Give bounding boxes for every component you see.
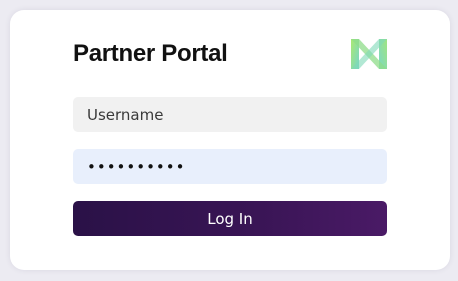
login-card: Partner Portal Log In bbox=[10, 10, 450, 270]
username-field[interactable] bbox=[73, 97, 387, 132]
brand-logo-icon bbox=[351, 39, 387, 69]
page-title: Partner Portal bbox=[73, 40, 228, 67]
login-button[interactable]: Log In bbox=[73, 201, 387, 236]
password-field[interactable] bbox=[73, 149, 387, 184]
